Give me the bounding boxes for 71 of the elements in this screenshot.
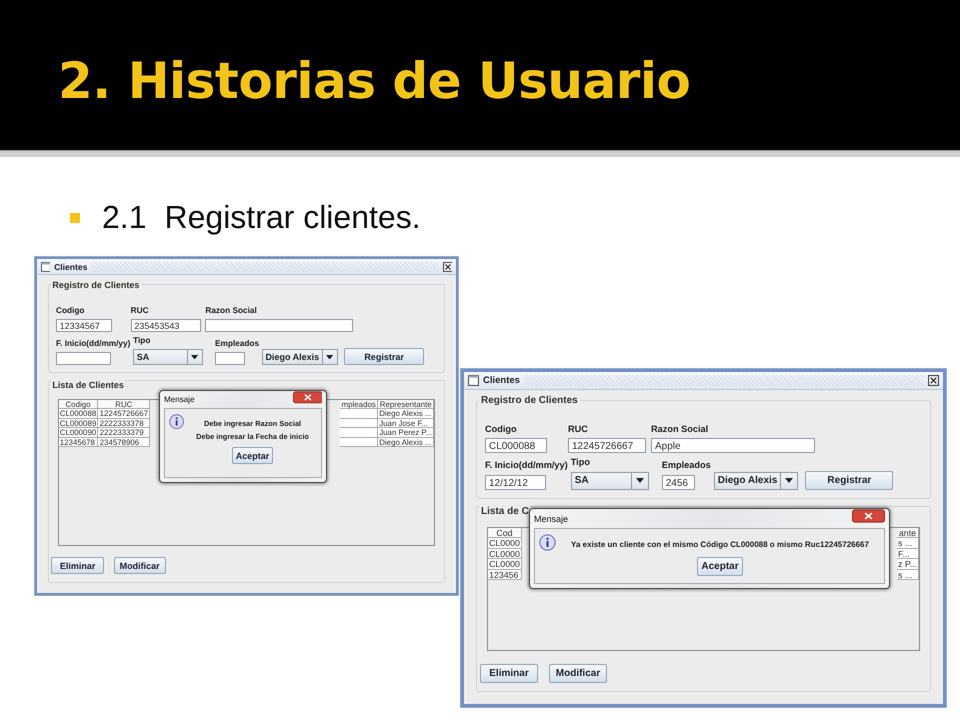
table-cell: s ... xyxy=(896,538,920,549)
table-cell: F... xyxy=(896,548,920,560)
window-icon xyxy=(468,375,479,386)
caret-icon xyxy=(785,478,794,484)
field-label: RUC xyxy=(568,423,588,436)
info-icon xyxy=(168,414,184,430)
dropdown-field[interactable]: SA xyxy=(133,348,204,366)
field-label: Codigo xyxy=(56,305,84,317)
close-button[interactable] xyxy=(852,509,885,523)
text-field[interactable]: 2456 xyxy=(662,474,695,490)
close-icon[interactable] xyxy=(442,262,452,272)
dialog-title: Mensaje xyxy=(164,395,195,404)
field-label: Empleados xyxy=(662,459,711,472)
bullet-icon xyxy=(70,212,80,222)
field-label: Empleados xyxy=(214,338,260,350)
table-cell xyxy=(340,409,378,419)
table-cell: CL0000 xyxy=(488,538,522,549)
text-field[interactable]: 235453543 xyxy=(130,318,201,332)
dropdown-field[interactable]: Diego Alexis xyxy=(262,348,338,366)
field-label: Tipo xyxy=(133,335,150,347)
field-label: Codigo xyxy=(485,423,517,436)
caret-icon xyxy=(326,354,334,360)
delete-button[interactable]: Eliminar xyxy=(480,664,538,683)
register-button[interactable]: Registrar xyxy=(344,348,424,366)
table-cell xyxy=(340,428,378,438)
column-header[interactable]: Cod xyxy=(488,528,522,538)
info-icon xyxy=(539,534,556,551)
accept-button[interactable]: Aceptar xyxy=(232,447,274,464)
table-cell: 123456 xyxy=(488,570,522,580)
close-button[interactable] xyxy=(292,391,322,404)
register-button[interactable]: Registrar xyxy=(805,470,894,490)
column-header[interactable]: ante xyxy=(896,528,920,538)
group-legend: Registro de Clientes xyxy=(50,280,142,290)
table-cell: s ... xyxy=(896,570,920,580)
window-title: Clientes xyxy=(483,375,520,386)
dropdown-field[interactable]: Diego Alexis xyxy=(714,472,798,490)
edit-button[interactable]: Modificar xyxy=(549,664,607,683)
group-legend: Lista de Clientes xyxy=(50,380,126,390)
text-field[interactable]: 12334567 xyxy=(56,318,112,332)
field-label: F. Inicio(dd/mm/yy) xyxy=(485,459,568,472)
field-label: F. Inicio(dd/mm/yy) xyxy=(56,338,130,350)
text-field[interactable] xyxy=(205,318,353,332)
close-icon[interactable] xyxy=(928,375,939,386)
group-legend: Lista de C xyxy=(479,506,531,517)
window-icon xyxy=(40,262,50,272)
table-cell: CL0000 xyxy=(488,559,522,570)
caret-icon xyxy=(636,478,644,484)
caret-icon xyxy=(191,354,199,360)
dialog-title: Mensaje xyxy=(534,514,568,524)
slide-title: 2. Historias de Usuario xyxy=(58,51,690,110)
edit-button[interactable]: Modificar xyxy=(114,557,166,574)
delete-button[interactable]: Eliminar xyxy=(51,557,104,574)
bullet-number: 2.1 xyxy=(102,199,146,236)
bullet-text: Registrar clientes. xyxy=(164,199,421,236)
text-field[interactable]: CL000088 xyxy=(485,438,547,454)
field-label: RUC xyxy=(130,305,149,317)
window-title: Clientes xyxy=(54,262,88,272)
text-field[interactable]: 12245726667 xyxy=(568,438,646,454)
group-legend: Registro de Clientes xyxy=(479,395,580,406)
text-field[interactable]: Apple xyxy=(651,438,815,454)
text-field[interactable]: 12/12/12 xyxy=(485,474,546,490)
field-label: Razon Social xyxy=(651,423,708,436)
table-cell: CL0000 xyxy=(488,548,522,560)
accept-button[interactable]: Aceptar xyxy=(697,556,743,576)
dropdown-field[interactable]: SA xyxy=(570,472,649,490)
table-cell: z P... xyxy=(896,559,920,570)
field-label: Tipo xyxy=(570,456,590,470)
field-label: Razon Social xyxy=(205,305,257,317)
text-field[interactable] xyxy=(214,352,245,366)
dialog-message: Ya existe un cliente con el mismo Código CL000088 o mismo Ruc12245726667 xyxy=(571,540,869,549)
text-field[interactable] xyxy=(56,352,111,366)
